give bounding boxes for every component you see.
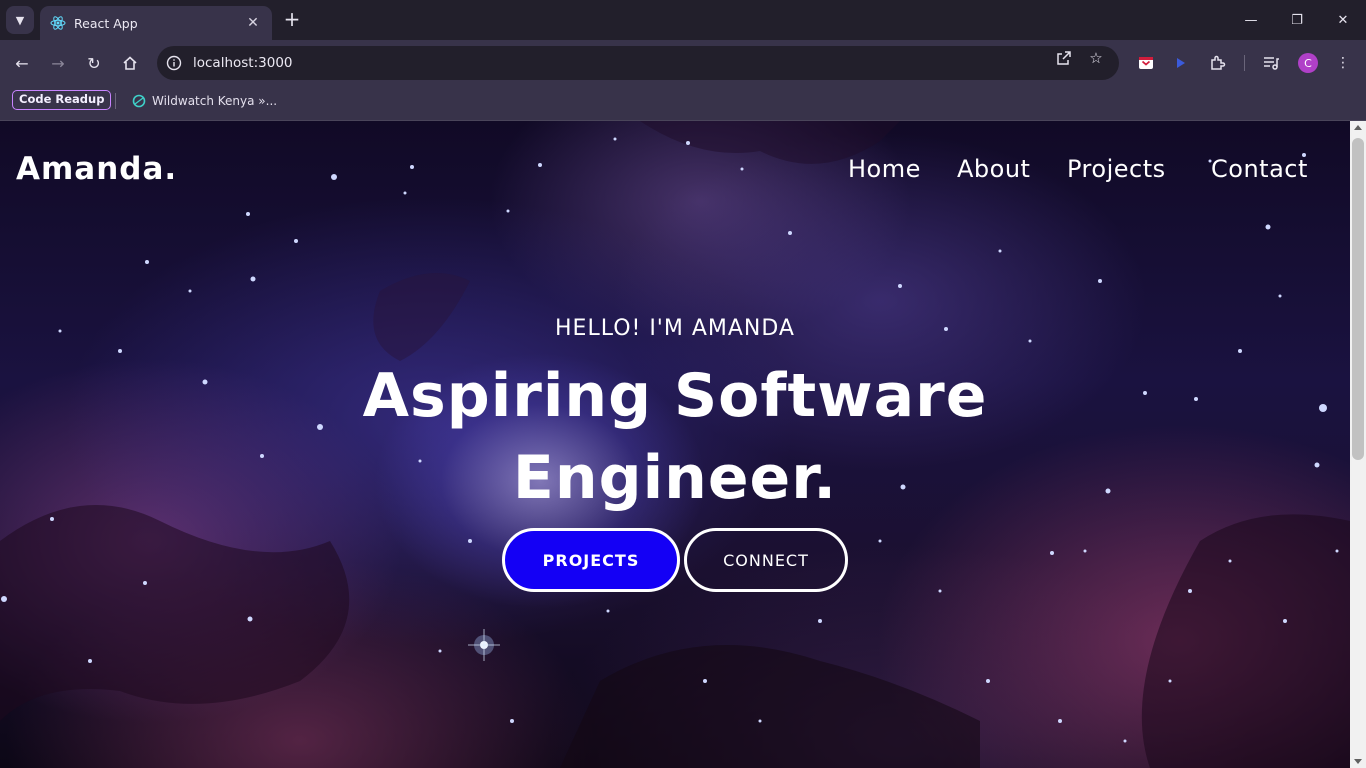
browser-tab-bar: ▼ React App ✕ + — ❐ ✕ [0,0,1366,40]
hero-headline-line2: Engineer. [512,443,838,513]
react-logo-icon [50,16,66,30]
hero-section: HELLO! I'M AMANDA [0,316,1350,341]
hero-headline-line1: Aspiring Software [362,361,988,431]
projects-button[interactable]: PROJECTS [502,528,680,592]
restore-icon[interactable]: ❐ [1274,0,1320,40]
site-header: Amanda. Home About Projects Contact [0,121,1350,221]
tab-title: React App [74,15,138,31]
tab-close-icon[interactable]: ✕ [244,15,262,31]
bookmark-code-readup[interactable]: Code Readup [12,90,112,110]
wildwatch-favicon-icon [132,94,146,108]
bookmark-star-icon[interactable]: ☆ [1087,49,1105,67]
home-icon[interactable] [116,49,144,77]
connect-button[interactable]: CONNECT [684,528,848,592]
nav-contact-link[interactable]: Contact [1211,155,1308,183]
nav-about-link[interactable]: About [957,155,1030,183]
forward-arrow-icon[interactable]: → [44,49,72,77]
bookmark-separator [115,93,116,109]
bright-star [468,629,500,661]
pocket-extension-icon[interactable] [1135,52,1157,74]
tab-search-chevron-icon[interactable]: ▼ [6,6,34,34]
profile-avatar[interactable]: C [1298,53,1318,73]
minimize-icon[interactable]: — [1228,0,1274,40]
scroll-thumb[interactable] [1352,138,1364,460]
nav-projects-link[interactable]: Projects [1067,155,1166,183]
bookmarks-bar: Code Readup Wildwatch Kenya »... [0,86,1366,121]
new-tab-plus-icon[interactable]: + [281,8,303,32]
cursor-extension-icon[interactable] [1170,52,1192,74]
toolbar-separator [1244,55,1245,71]
address-bar[interactable]: localhost:3000 [157,46,1119,80]
page-scrollbar[interactable] [1350,121,1366,768]
scroll-up-arrow-icon[interactable] [1354,125,1362,130]
url-text: localhost:3000 [193,55,293,71]
bookmark-wildwatch-kenya[interactable]: Wildwatch Kenya »... [132,92,277,110]
nav-home-link[interactable]: Home [848,155,921,183]
media-controls-icon[interactable] [1260,52,1282,74]
open-in-app-icon[interactable] [1055,49,1073,67]
bookmark-label: Wildwatch Kenya »... [152,94,278,108]
back-arrow-icon[interactable]: ← [8,49,36,77]
extensions-puzzle-icon[interactable] [1207,52,1229,74]
site-info-icon[interactable] [164,53,184,73]
scroll-down-arrow-icon[interactable] [1354,759,1362,764]
site-logo[interactable]: Amanda. [16,151,177,187]
tab-react-app[interactable]: React App ✕ [40,6,272,40]
more-menu-icon[interactable]: ⋮ [1332,52,1354,74]
window-close-icon[interactable]: ✕ [1320,0,1366,40]
browser-toolbar: ← → ↻ localhost:3000 ☆ ⋮ [0,40,1366,86]
page-viewport: Amanda. Home About Projects Contact HELL… [0,121,1350,768]
hero-greeting: HELLO! I'M AMANDA [555,316,795,341]
reload-icon[interactable]: ↻ [80,49,108,77]
